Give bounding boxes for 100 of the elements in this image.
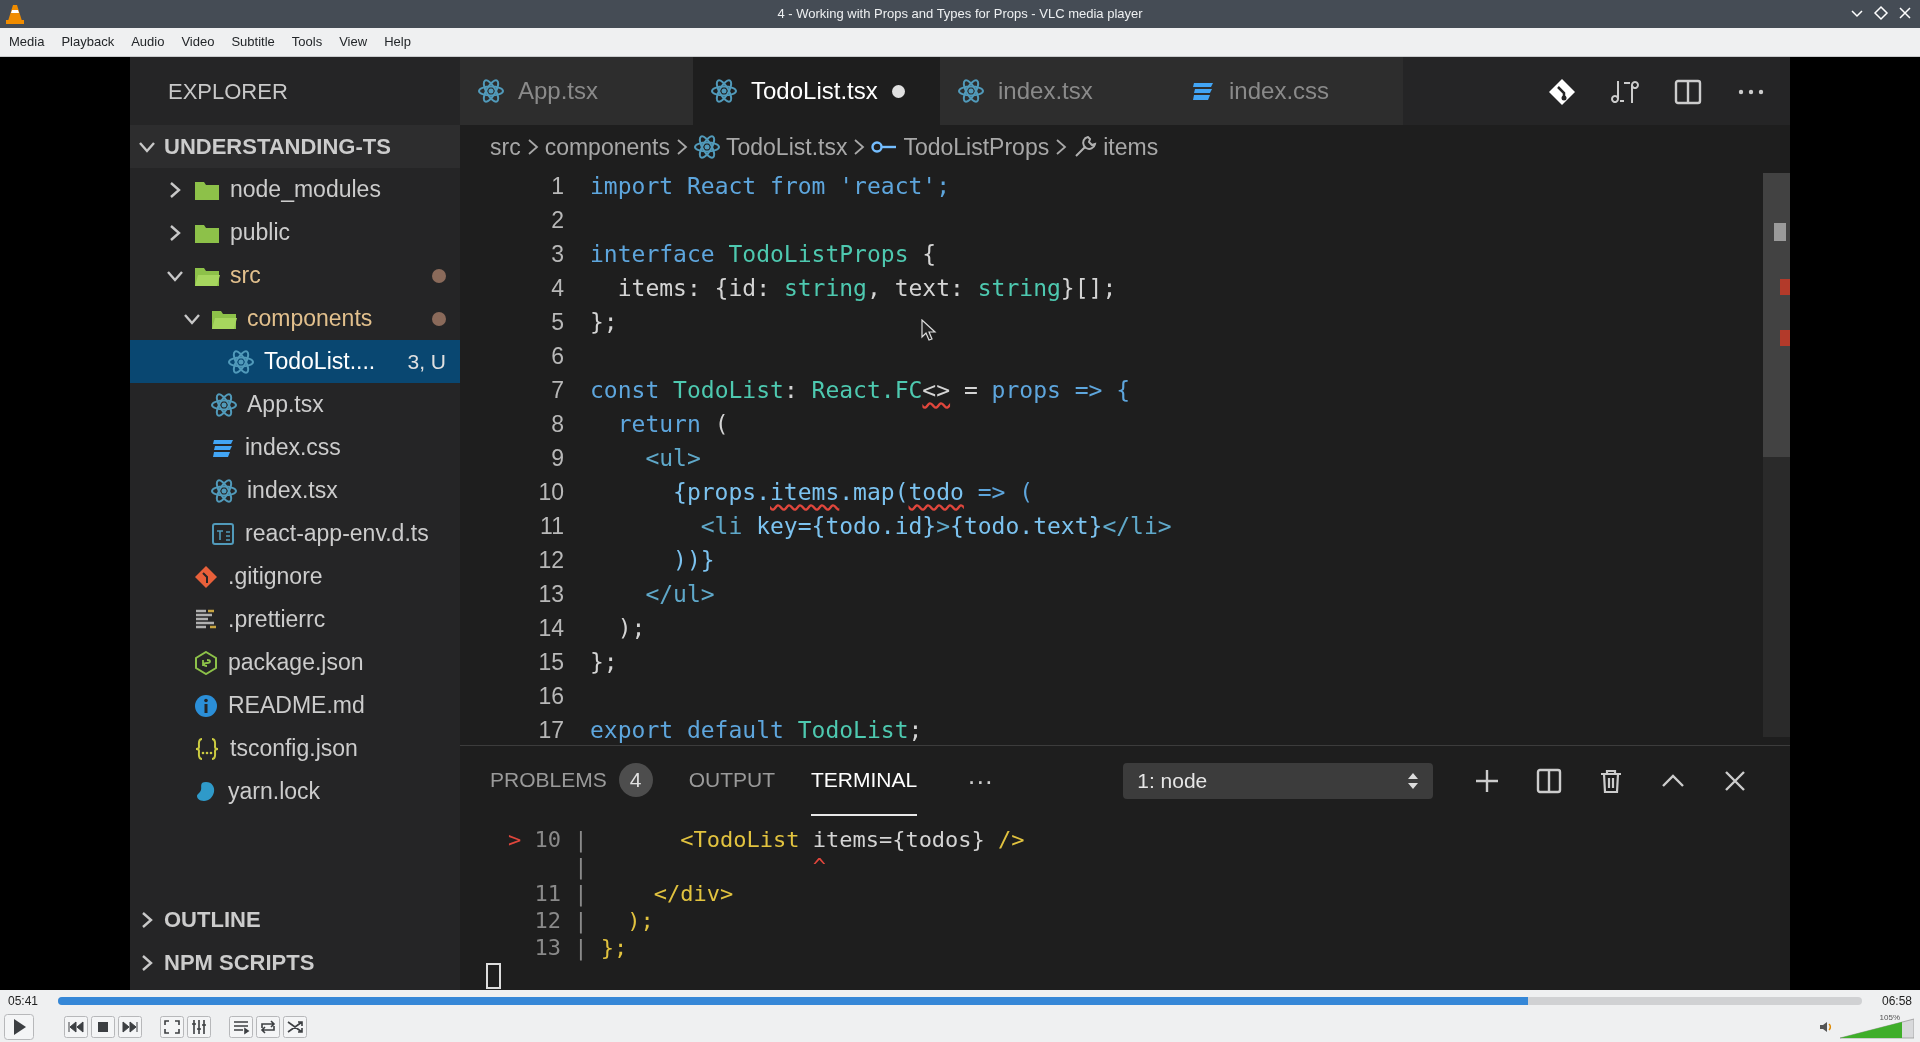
atom-icon (958, 79, 984, 103)
line-number: 1 (550, 171, 565, 201)
tree-item[interactable]: TodoList.... 3, U (130, 340, 460, 383)
menu-item[interactable]: Video (174, 29, 222, 55)
editor-tab[interactable]: index.css (1173, 57, 1403, 125)
code-line: ); (616, 613, 646, 643)
section-header[interactable]: OUTLINE (130, 898, 460, 941)
maximize-icon[interactable] (1872, 4, 1890, 22)
code-line: return ( (616, 409, 729, 439)
next-icon[interactable] (118, 1016, 142, 1038)
code-line: <ul> (644, 443, 701, 473)
section-header[interactable]: NPM SCRIPTS (130, 941, 460, 984)
terminal-line: 12 | ); (533, 907, 655, 934)
code-line: }; (590, 307, 618, 337)
atom-icon (211, 392, 237, 417)
chevron-right-icon (853, 138, 866, 156)
terminal-cursor (486, 963, 501, 989)
tree-item[interactable]: README.md (130, 684, 460, 727)
menu-item[interactable]: Playback (54, 29, 122, 55)
fullscreen-icon[interactable] (160, 1016, 184, 1038)
atom-icon (694, 135, 720, 159)
shuffle-icon[interactable] (283, 1016, 307, 1038)
terminal-line: 11 | </div> (533, 880, 735, 907)
breadcrumb[interactable]: TodoList.tsx (726, 129, 848, 165)
menu-item[interactable]: Audio (124, 29, 172, 55)
tree-item[interactable]: public (130, 211, 460, 254)
line-number: 9 (550, 443, 565, 473)
tree-item[interactable]: yarn.lock (130, 770, 460, 813)
diamond-icon (194, 564, 218, 589)
git-icon[interactable] (1547, 77, 1577, 107)
square-icon (211, 521, 235, 546)
chevron-right-icon (1055, 138, 1068, 156)
line-number: 14 (537, 613, 565, 643)
line-number: 2 (550, 205, 565, 235)
tree-item[interactable]: package.json (130, 641, 460, 684)
more-button[interactable]: ··· (967, 761, 994, 801)
atom-icon (228, 349, 254, 374)
code-line: ))} (672, 545, 715, 575)
code-line: }; (590, 647, 618, 677)
split-terminal-icon[interactable] (1535, 767, 1564, 795)
terminal-select[interactable]: 1: node (1123, 763, 1434, 799)
line-number: 8 (550, 409, 565, 439)
previous-icon[interactable] (64, 1016, 88, 1038)
loop-icon[interactable] (256, 1016, 280, 1038)
wrench-icon (1073, 135, 1098, 159)
line-number: 10 (537, 477, 565, 507)
editor-tab[interactable]: index.tsx (940, 57, 1173, 125)
line-number: 3 (550, 239, 565, 269)
tree-item[interactable]: components (130, 297, 460, 340)
mouse-pointer-icon (921, 319, 937, 341)
line-number: 12 (537, 545, 565, 575)
section-header[interactable]: UNDERSTANDING-TS (130, 125, 460, 168)
line-number: 4 (550, 273, 565, 303)
playlist-icon[interactable] (229, 1016, 253, 1038)
breadcrumb[interactable]: src (490, 129, 521, 165)
code-line: {props.items.map(todo => ( (672, 477, 1034, 507)
tree-item[interactable]: index.tsx (130, 469, 460, 512)
menu-item[interactable]: Subtitle (224, 29, 282, 55)
panel-tab[interactable]: TERMINAL (811, 746, 918, 816)
line-number: 5 (550, 307, 565, 337)
tree-item[interactable]: .prettierrc (130, 598, 460, 641)
tree-item[interactable]: index.css (130, 426, 460, 469)
code-line: </ul> (644, 579, 715, 609)
code-line: const TodoList: React.FC<> = props => { (590, 375, 1131, 405)
line-number: 6 (550, 341, 565, 371)
code-line: <li key={todo.id}>{todo.text}</li> (699, 511, 1172, 541)
tree-item[interactable]: tsconfig.json (130, 727, 460, 770)
tree-item[interactable]: react-app-env.d.ts (130, 512, 460, 555)
play-icon[interactable] (4, 1014, 34, 1040)
breadcrumb[interactable]: items (1103, 129, 1159, 165)
tree-item[interactable]: App.tsx (130, 383, 460, 426)
menu-item[interactable]: Tools (284, 29, 330, 55)
menu-item[interactable]: Media (2, 29, 52, 55)
editor-tab[interactable]: TodoList.tsx (693, 57, 940, 125)
panel-tab[interactable]: OUTPUT (688, 746, 776, 816)
line-number: 15 (537, 647, 565, 677)
editor-tab[interactable]: App.tsx (460, 57, 693, 125)
link-icon (871, 140, 898, 154)
split-editor-icon[interactable] (1673, 77, 1703, 107)
code-line: items: {id: string, text: string}[]; (616, 273, 1117, 303)
info-icon (194, 693, 218, 718)
terminal-line: 13 | }; (533, 934, 629, 961)
equalizer-icon[interactable] (187, 1016, 211, 1038)
tree-item[interactable]: src (130, 254, 460, 297)
tree-item[interactable]: node_modules (130, 168, 460, 211)
speaker-icon[interactable] (1818, 1019, 1834, 1035)
stacked-lines-icon (1191, 80, 1215, 102)
terminal-line: > 10 | <TodoList items={todos} /> (508, 826, 1026, 853)
menu-item[interactable]: Help (377, 29, 418, 55)
total-time: 06:58 (1880, 993, 1912, 1010)
tree-item[interactable]: .gitignore (130, 555, 460, 598)
breadcrumb[interactable]: components (544, 129, 670, 165)
elapsed-time: 05:41 (8, 993, 40, 1010)
menu-item[interactable]: View (332, 29, 375, 55)
code-line: interface TodoListProps { (590, 239, 937, 269)
scrollbar[interactable] (1763, 173, 1790, 737)
breadcrumb[interactable]: TodoListProps (903, 129, 1050, 165)
volume-slider[interactable]: 105% (1840, 1015, 1914, 1039)
stop-icon[interactable] (91, 1016, 115, 1038)
panel-tab[interactable]: PROBLEMS 4 (490, 746, 653, 816)
